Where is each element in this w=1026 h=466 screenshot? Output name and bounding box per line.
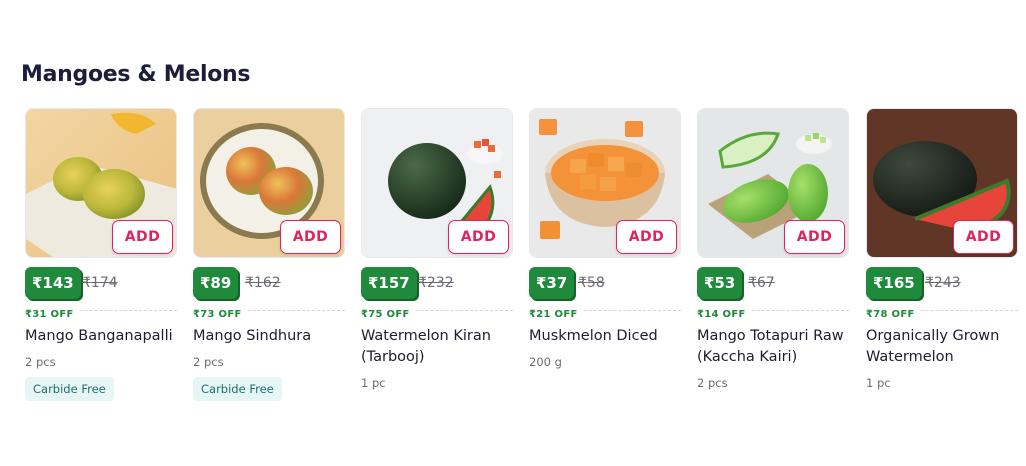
price-row: ₹165 ₹243: [866, 267, 1018, 299]
mrp-price: ₹58: [578, 275, 605, 291]
add-button[interactable]: ADD: [112, 220, 173, 254]
product-card[interactable]: ADD ₹157 ₹232 ₹75 OFF Watermelon Kiran (…: [361, 108, 513, 408]
product-card[interactable]: ADD ₹37 ₹58 ₹21 OFF Muskmelon Diced 200 …: [529, 108, 681, 408]
add-button[interactable]: ADD: [616, 220, 677, 254]
price-badge: ₹37: [529, 267, 575, 299]
price-row: ₹53 ₹67: [697, 267, 849, 299]
product-quantity: 2 pcs: [193, 355, 224, 369]
discount-label: ₹31 OFF: [25, 309, 78, 320]
price-badge: ₹143: [25, 267, 81, 299]
discount-row: ₹31 OFF: [25, 304, 177, 320]
mrp-price: ₹174: [82, 275, 118, 291]
carbide-free-tag: Carbide Free: [25, 377, 114, 401]
mrp-price: ₹162: [245, 275, 281, 291]
product-name[interactable]: Muskmelon Diced: [529, 326, 681, 347]
product-name[interactable]: Organically Grown Watermelon: [866, 326, 1018, 368]
product-card[interactable]: ADD ₹143 ₹174 ₹31 OFF Mango Banganapalli…: [25, 108, 177, 408]
discount-row: ₹78 OFF: [866, 304, 1018, 320]
price-badge: ₹165: [866, 267, 922, 299]
product-name[interactable]: Mango Totapuri Raw (Kaccha Kairi): [697, 326, 849, 368]
price-row: ₹143 ₹174: [25, 267, 177, 299]
product-name[interactable]: Mango Sindhura: [193, 326, 345, 347]
discount-label: ₹73 OFF: [193, 309, 246, 320]
discount-label: ₹21 OFF: [529, 309, 582, 320]
price-badge: ₹157: [361, 267, 417, 299]
add-button[interactable]: ADD: [953, 220, 1014, 254]
discount-row: ₹75 OFF: [361, 304, 513, 320]
carbide-free-tag: Carbide Free: [193, 377, 282, 401]
add-button[interactable]: ADD: [784, 220, 845, 254]
discount-row: ₹21 OFF: [529, 304, 681, 320]
product-card[interactable]: ADD ₹53 ₹67 ₹14 OFF Mango Totapuri Raw (…: [697, 108, 849, 408]
price-row: ₹157 ₹232: [361, 267, 513, 299]
price-row: ₹89 ₹162: [193, 267, 345, 299]
product-name[interactable]: Mango Banganapalli: [25, 326, 177, 347]
product-card[interactable]: ADD ₹165 ₹243 ₹78 OFF Organically Grown …: [866, 108, 1018, 408]
price-badge: ₹89: [193, 267, 239, 299]
product-quantity: 2 pcs: [25, 355, 56, 369]
discount-label: ₹78 OFF: [866, 309, 919, 320]
product-quantity: 2 pcs: [697, 376, 728, 390]
add-button[interactable]: ADD: [280, 220, 341, 254]
mrp-price: ₹232: [418, 275, 454, 291]
discount-label: ₹75 OFF: [361, 309, 414, 320]
price-badge: ₹53: [697, 267, 743, 299]
discount-row: ₹73 OFF: [193, 304, 345, 320]
mrp-price: ₹243: [925, 275, 961, 291]
product-row: ADD ₹143 ₹174 ₹31 OFF Mango Banganapalli…: [0, 0, 1026, 466]
product-card[interactable]: ADD ₹89 ₹162 ₹73 OFF Mango Sindhura 2 pc…: [193, 108, 345, 408]
product-quantity: 1 pc: [361, 376, 386, 390]
add-button[interactable]: ADD: [448, 220, 509, 254]
product-quantity: 1 pc: [866, 376, 891, 390]
product-quantity: 200 g: [529, 355, 562, 369]
discount-label: ₹14 OFF: [697, 309, 750, 320]
price-row: ₹37 ₹58: [529, 267, 681, 299]
mrp-price: ₹67: [748, 275, 775, 291]
product-name[interactable]: Watermelon Kiran (Tarbooj): [361, 326, 513, 368]
discount-row: ₹14 OFF: [697, 304, 849, 320]
